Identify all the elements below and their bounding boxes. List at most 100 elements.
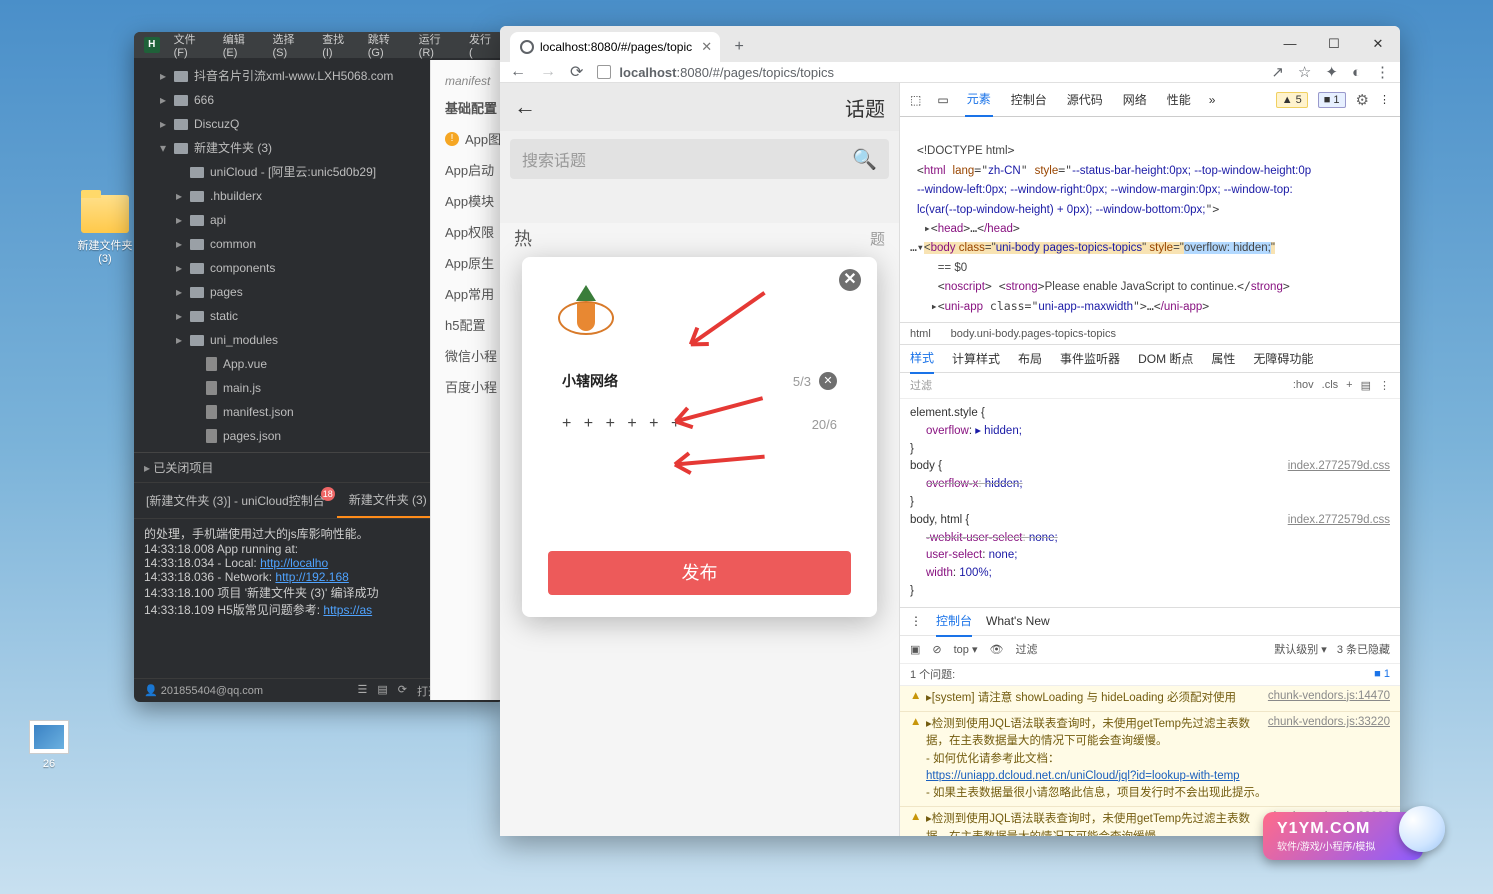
status-sync-icon[interactable]: ⟳ <box>398 683 407 699</box>
device-icon[interactable]: ▭ <box>937 93 948 107</box>
settings-icon[interactable]: ⚙ <box>1356 91 1369 109</box>
dom-tree[interactable]: <!DOCTYPE html> <html lang="zh-CN" style… <box>900 117 1400 323</box>
drawer-tabs: ⋮ 控制台 What's New <box>900 608 1400 636</box>
file-icon <box>174 119 188 130</box>
browser-tab[interactable]: localhost:8080/#/pages/topic ✕ <box>510 32 720 62</box>
menu-goto[interactable]: 跳转(G) <box>368 32 405 59</box>
reload-icon[interactable]: ⟳ <box>570 62 583 82</box>
search-icon: 🔍 <box>852 147 877 172</box>
styles-tabs: 样式 计算样式 布局 事件监听器 DOM 断点 属性 无障碍功能 <box>900 345 1400 373</box>
sidebar-icon[interactable]: ▣ <box>910 643 920 656</box>
status-icon[interactable]: ☰ <box>358 683 368 699</box>
console-warning[interactable]: ▲▸[system] 请注意 showLoading 与 hideLoading… <box>900 686 1400 712</box>
clear-icon[interactable]: ✕ <box>819 372 837 390</box>
publish-button[interactable]: 发布 <box>548 551 851 595</box>
file-icon <box>174 143 188 154</box>
topic-desc-input[interactable]: + + + + + + <box>562 415 684 433</box>
more-icon[interactable]: ⋮ <box>1379 379 1390 392</box>
inspect-icon[interactable]: ⬚ <box>910 93 921 107</box>
chrome-toolbar: ← → ⟳ localhost:8080/#/pages/topics/topi… <box>500 62 1400 83</box>
menu-edit[interactable]: 编辑(E) <box>223 32 259 59</box>
add-rule-icon[interactable]: + <box>1346 379 1352 392</box>
profile-icon[interactable]: ◐ <box>1352 64 1361 81</box>
styles-filter: 过滤 :hov .cls + ▤ ⋮ <box>900 373 1400 399</box>
status-user[interactable]: 👤 201855404@qq.com <box>144 684 263 697</box>
close-window-button[interactable]: ✕ <box>1356 26 1400 62</box>
hov-toggle[interactable]: :hov <box>1293 379 1314 392</box>
back-icon[interactable]: ← <box>514 94 536 120</box>
filedoc-icon <box>206 381 217 395</box>
tab-elements[interactable]: 元素 <box>965 82 993 117</box>
star-icon[interactable]: ☆ <box>1298 63 1311 81</box>
folder-icon <box>190 287 204 298</box>
image-label: 26 <box>14 758 84 770</box>
log-level[interactable]: 默认级别 ▾ <box>1274 641 1327 657</box>
tab-network[interactable]: 网络 <box>1121 83 1149 116</box>
console-filter[interactable]: 过滤 <box>1015 641 1037 657</box>
drawer-tab-console[interactable]: 控制台 <box>936 606 972 637</box>
menu-file[interactable]: 文件(F) <box>174 32 209 59</box>
more-tabs-icon[interactable]: » <box>1209 93 1216 107</box>
watermark: Y1YM.COM 软件/游戏/小程序/模拟 <box>1263 812 1423 860</box>
maximize-button[interactable]: ☐ <box>1312 26 1356 62</box>
vmenu-icon[interactable]: ⋮ <box>1375 63 1390 81</box>
computed-icon[interactable]: ▤ <box>1361 379 1371 392</box>
menu-select[interactable]: 选择(S) <box>272 32 308 59</box>
live-expr-icon[interactable]: 👁 <box>990 643 1004 656</box>
issues-badge[interactable]: ■ 1 <box>1318 92 1346 108</box>
minimize-button[interactable]: — <box>1268 26 1312 62</box>
console-warning[interactable]: ▲▸检测到使用JQL语法联表查询时，未使用getTemp先过滤主表数据，在主表数… <box>900 712 1400 807</box>
tab-a11y[interactable]: 无障碍功能 <box>1253 344 1313 373</box>
tab-layout[interactable]: 布局 <box>1018 344 1042 373</box>
drawer-menu-icon[interactable]: ⋮ <box>910 614 922 628</box>
drawer-tab-whatsnew[interactable]: What's New <box>986 614 1050 628</box>
styles-pane[interactable]: element.style {overflow: ▸ hidden;}index… <box>900 399 1400 608</box>
faq-link[interactable]: https://as <box>323 603 372 617</box>
close-icon[interactable]: ✕ <box>839 269 861 291</box>
tab-listeners[interactable]: 事件监听器 <box>1060 344 1120 373</box>
vmenu-icon[interactable]: ⋮ <box>1379 93 1390 106</box>
clear-console-icon[interactable]: ⊘ <box>932 643 941 656</box>
menu-run[interactable]: 运行(R) <box>419 32 455 59</box>
folder-icon <box>81 195 129 233</box>
filedoc-icon <box>206 357 217 371</box>
tab-computed[interactable]: 计算样式 <box>952 344 1000 373</box>
desktop-folder[interactable]: 新建文件夹 (3) <box>70 195 140 265</box>
cls-toggle[interactable]: .cls <box>1322 379 1339 392</box>
search-input[interactable]: 搜索话题 🔍 <box>510 139 889 179</box>
address-bar[interactable]: localhost:8080/#/pages/topics/topics <box>597 65 1257 80</box>
topic-name-input[interactable]: 小辖网络 <box>562 371 618 391</box>
issues-row[interactable]: 1 个问题:■ 1 <box>900 664 1400 686</box>
chrome-window: localhost:8080/#/pages/topic ✕ + — ☐ ✕ ←… <box>500 26 1400 836</box>
new-tab-button[interactable]: + <box>726 34 752 60</box>
extensions-icon[interactable]: ✦ <box>1325 63 1338 81</box>
network-url-link[interactable]: http://192.168 <box>275 570 348 584</box>
editor-menubar: H 文件(F) 编辑(E) 选择(S) 查找(I) 跳转(G) 运行(R) 发行… <box>134 32 504 58</box>
image-icon <box>29 720 69 754</box>
dom-breadcrumb[interactable]: html body.uni-body.pages-topics-topics <box>900 323 1400 345</box>
close-tab-icon[interactable]: ✕ <box>701 39 712 55</box>
warn-icon: ! <box>445 132 459 146</box>
tab-styles[interactable]: 样式 <box>910 343 934 374</box>
tab-unicloud-console[interactable]: [新建文件夹 (3)] - uniCloud控制台 18 <box>134 484 337 517</box>
devtools-panel: ⬚ ▭ 元素 控制台 源代码 网络 性能 » ▲ 5 ■ 1 ⚙ ⋮ <!DOC… <box>900 83 1400 836</box>
filter-input[interactable]: 过滤 <box>910 377 932 393</box>
menu-publish[interactable]: 发行( <box>469 32 494 59</box>
magnifier-icon <box>1399 806 1445 852</box>
tab-properties[interactable]: 属性 <box>1211 344 1235 373</box>
warnings-badge[interactable]: ▲ 5 <box>1276 92 1308 108</box>
share-icon[interactable]: ↗ <box>1271 63 1284 81</box>
tab-sources[interactable]: 源代码 <box>1065 83 1105 116</box>
desktop-image[interactable]: 26 <box>14 720 84 770</box>
tab-dom-breakpoints[interactable]: DOM 断点 <box>1138 344 1193 373</box>
window-controls: — ☐ ✕ <box>1268 26 1400 62</box>
nav-forward-icon[interactable]: → <box>540 63 556 81</box>
local-url-link[interactable]: http://localho <box>260 556 328 570</box>
nav-back-icon[interactable]: ← <box>510 63 526 81</box>
menu-find[interactable]: 查找(I) <box>322 32 354 59</box>
tab-performance[interactable]: 性能 <box>1165 83 1193 116</box>
status-icon[interactable]: ▤ <box>377 683 387 699</box>
site-info-icon[interactable] <box>597 65 611 79</box>
context-selector[interactable]: top ▾ <box>954 643 978 656</box>
tab-console[interactable]: 控制台 <box>1009 83 1049 116</box>
